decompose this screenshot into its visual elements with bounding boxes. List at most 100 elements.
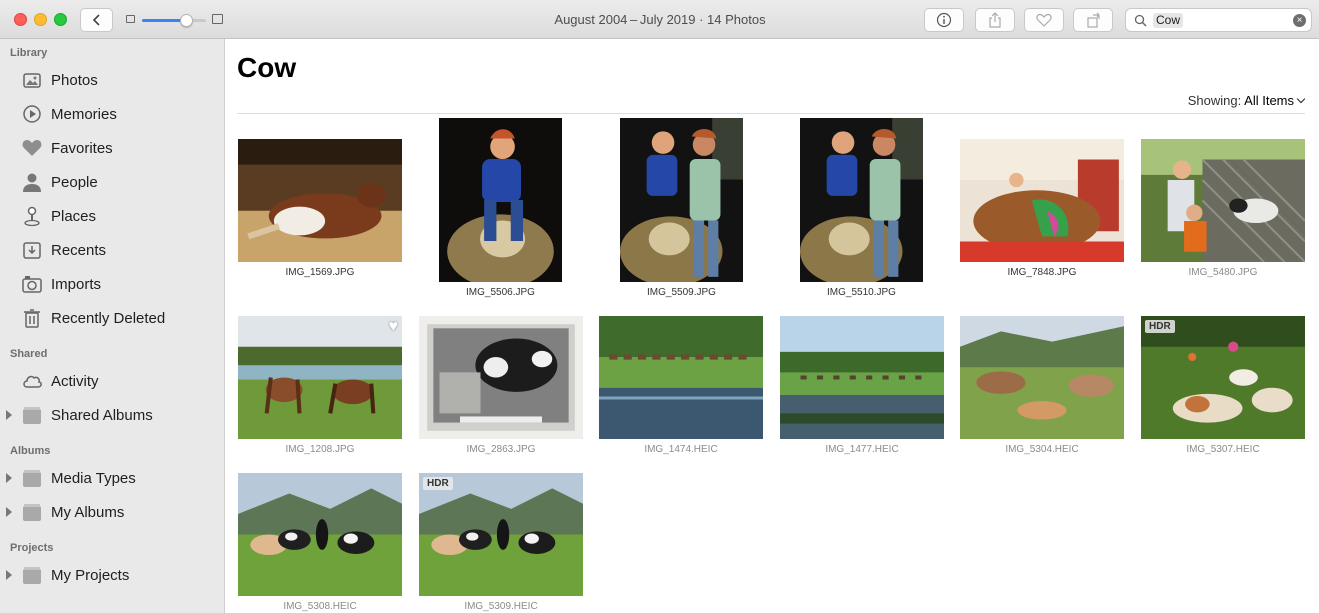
window-title: August 2004 – July 2019 · 14 Photos [554, 12, 766, 27]
photo-filename: IMG_5480.JPG [1188, 267, 1258, 278]
photo-thumbnail[interactable] [599, 316, 763, 439]
sidebar-item-recently-deleted[interactable]: Recently Deleted [0, 303, 224, 333]
photo-thumbnail[interactable] [960, 139, 1124, 262]
photo-thumbnail[interactable] [960, 316, 1124, 439]
photo-thumbnail[interactable] [419, 316, 583, 439]
sidebar-item-memories[interactable]: Memories [0, 99, 224, 129]
favorite-heart-icon[interactable]: ♥ [389, 318, 399, 336]
photo-thumbnail[interactable] [1141, 139, 1305, 262]
disclosure-triangle-icon[interactable] [6, 410, 12, 420]
zoom-track[interactable] [142, 14, 206, 27]
zoom-slider[interactable] [126, 12, 223, 28]
back-button[interactable] [80, 8, 113, 32]
zoom-knob[interactable] [179, 14, 193, 27]
photo-thumbnail[interactable]: HDR [1141, 316, 1305, 439]
photo-filename: IMG_1474.HEIC [644, 444, 718, 455]
zoom-window-button[interactable] [54, 13, 67, 26]
photo-filename: IMG_5510.JPG [827, 287, 896, 298]
photo-filename: IMG_1208.JPG [285, 444, 355, 455]
photo-thumbnail[interactable] [800, 118, 923, 282]
sidebar-item-activity[interactable]: Activity [0, 366, 224, 396]
memories-icon [23, 105, 41, 123]
folder-icon [23, 567, 41, 584]
sidebar-item-media-types[interactable]: Media Types [0, 463, 224, 493]
sidebar-item-imports[interactable]: Imports [0, 269, 224, 299]
sidebar-section-library: Library [10, 47, 48, 59]
photo-image [238, 139, 402, 262]
disclosure-triangle-icon[interactable] [6, 473, 12, 483]
info-button[interactable] [924, 8, 964, 32]
photo-thumbnail[interactable] [439, 118, 562, 282]
photo-image [419, 473, 583, 596]
photo-image [620, 118, 743, 282]
sidebar-item-shared-albums[interactable]: Shared Albums [0, 400, 224, 430]
zoom-fill [142, 19, 186, 22]
sidebar-item-photos[interactable]: Photos [0, 65, 224, 95]
photo-thumbnail[interactable]: ♥ [238, 316, 402, 439]
sidebar-item-people[interactable]: People [0, 167, 224, 197]
sidebar-item-label: Favorites [51, 140, 113, 157]
photo-filename: IMG_1569.JPG [285, 267, 355, 278]
sidebar-section-shared: Shared [10, 348, 48, 360]
person-icon [23, 173, 41, 192]
rotate-icon [1087, 12, 1100, 28]
sidebar-item-recents[interactable]: Recents [0, 235, 224, 265]
chevron-down-icon [1296, 94, 1306, 104]
favorite-button[interactable] [1024, 8, 1064, 32]
sidebar-item-label: My Projects [51, 567, 130, 584]
photo-filename: IMG_5304.HEIC [1005, 444, 1079, 455]
sidebar-item-label: Memories [51, 106, 117, 123]
clear-search-icon[interactable]: × [1293, 14, 1306, 27]
disclosure-triangle-icon[interactable] [6, 507, 12, 517]
photo-image [800, 118, 923, 282]
search-token[interactable]: Cow [1153, 13, 1184, 28]
photo-image [238, 316, 402, 439]
page-title: Cow [237, 52, 297, 83]
sidebar-section-albums: Albums [10, 445, 51, 457]
photo-filename: IMG_5506.JPG [466, 287, 535, 298]
rotate-button[interactable] [1073, 8, 1113, 32]
photo-grid-area: Cow Showing: All Items IMG_1569.JPG IMG_5… [225, 39, 1319, 613]
showing-value[interactable]: All Items [1244, 93, 1294, 108]
sidebar-item-my-projects[interactable]: My Projects [0, 560, 224, 590]
divider [237, 113, 1305, 114]
photo-image [599, 316, 763, 439]
showing-filter[interactable]: Showing: All Items [1188, 93, 1306, 108]
minimize-window-button[interactable] [34, 13, 47, 26]
photo-thumbnail[interactable]: HDR [419, 473, 583, 596]
cloud-icon [23, 375, 42, 388]
sidebar-item-places[interactable]: Places [0, 201, 224, 231]
photo-thumbnail[interactable] [780, 316, 944, 439]
heart-icon [1036, 13, 1052, 27]
search-field[interactable]: Cow × [1125, 8, 1312, 32]
sidebar-item-label: Photos [51, 72, 98, 89]
photo-image [439, 118, 562, 282]
folder-icon [23, 504, 41, 521]
photo-filename: IMG_5309.HEIC [464, 601, 538, 612]
sidebar-item-label: Imports [51, 276, 102, 293]
sidebar-item-label: Activity [51, 373, 99, 390]
share-icon [989, 12, 1001, 28]
folder-icon [23, 407, 41, 424]
sidebar-item-label: My Albums [51, 504, 125, 521]
photo-image [238, 473, 402, 596]
sidebar-item-label: Recently Deleted [51, 310, 166, 327]
title-bar: August 2004 – July 2019 · 14 Photos Cow … [0, 0, 1319, 39]
photo-thumbnail[interactable] [620, 118, 743, 282]
sidebar-item-favorites[interactable]: Favorites [0, 133, 224, 163]
pin-icon [24, 206, 40, 227]
photo-filename: IMG_2863.JPG [466, 444, 536, 455]
photo-filename: IMG_1477.HEIC [825, 444, 899, 455]
photo-image [780, 316, 944, 439]
folder-icon [23, 470, 41, 487]
photo-thumbnail[interactable] [238, 473, 402, 596]
share-button[interactable] [975, 8, 1015, 32]
photo-filename: IMG_5308.HEIC [283, 601, 357, 612]
sidebar-item-my-albums[interactable]: My Albums [0, 497, 224, 527]
disclosure-triangle-icon[interactable] [6, 570, 12, 580]
recents-icon [23, 242, 41, 259]
photo-thumbnail[interactable] [238, 139, 402, 262]
sidebar-item-label: People [51, 174, 98, 191]
photo-filename: IMG_7848.JPG [1007, 267, 1077, 278]
close-window-button[interactable] [14, 13, 27, 26]
